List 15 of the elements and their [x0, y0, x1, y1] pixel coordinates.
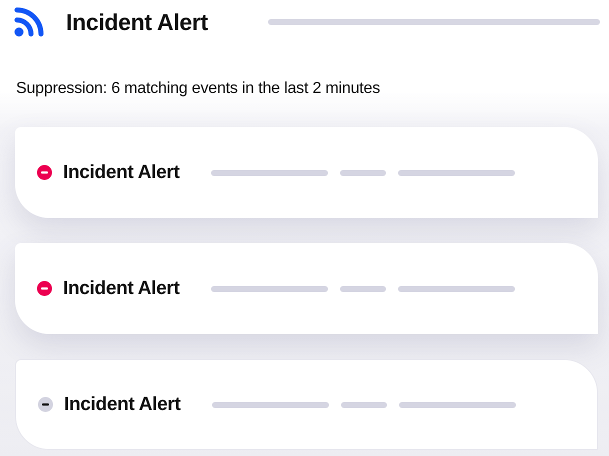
rss-feed-icon: [14, 7, 46, 37]
alert-name: Incident Alert: [64, 394, 180, 416]
placeholder-bar: [340, 170, 386, 176]
placeholder-bar: [340, 402, 386, 408]
alert-card[interactable]: Incident Alert: [15, 127, 598, 218]
alert-name: Incident Alert: [63, 162, 180, 184]
minus-circle-icon: [37, 281, 52, 296]
minus-circle-icon: [38, 397, 53, 412]
minus-circle-icon: [37, 165, 52, 180]
alert-name: Incident Alert: [63, 278, 180, 300]
alert-card[interactable]: Incident Alert: [15, 359, 598, 450]
suppression-note: Suppression: 6 matching events in the last 2 minutes: [16, 80, 382, 98]
alert-title: Incident Alert: [66, 8, 208, 36]
alert-card[interactable]: Incident Alert: [15, 243, 598, 334]
placeholder-bar: [340, 286, 386, 292]
